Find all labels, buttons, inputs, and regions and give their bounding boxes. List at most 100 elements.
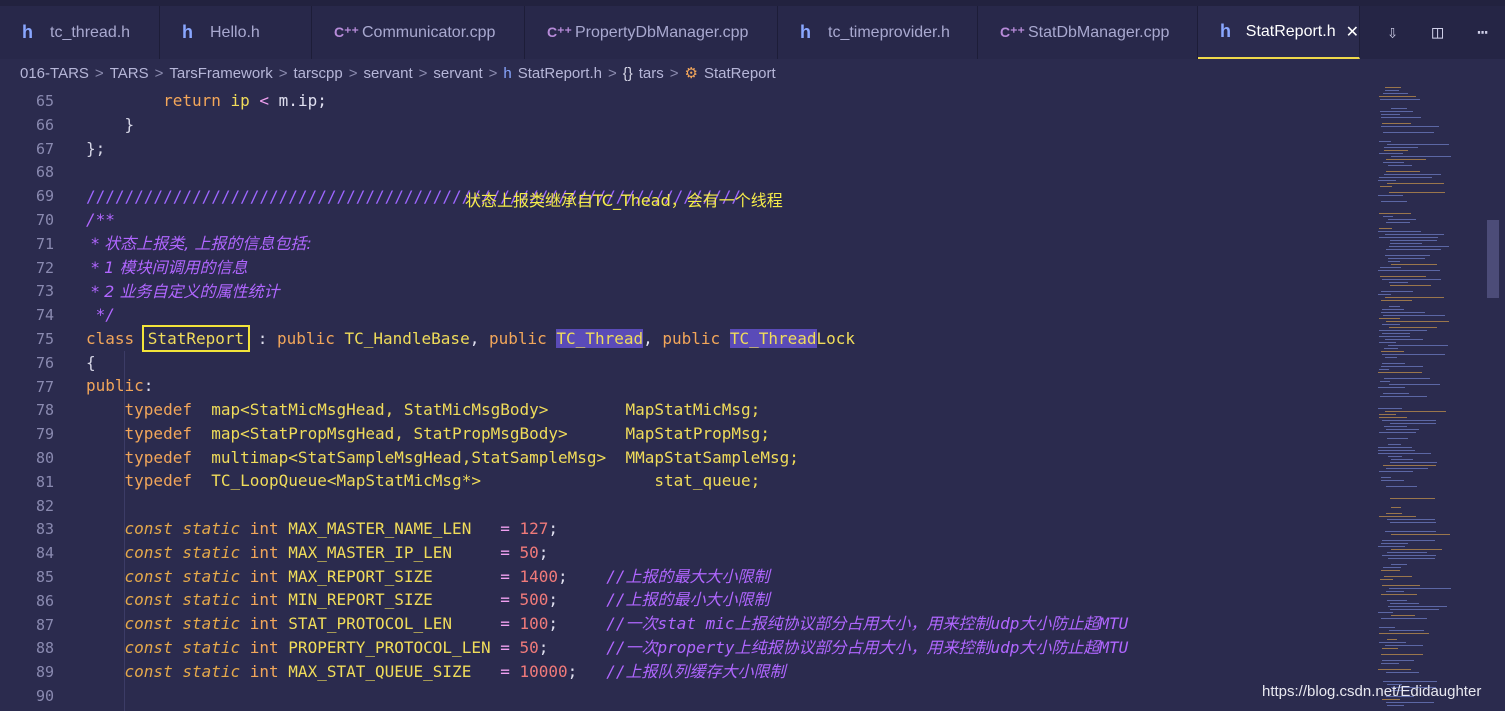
code-line-77[interactable]: public: [86,374,153,398]
breadcrumb-item[interactable]: TarsFramework [169,65,272,82]
tab-1[interactable]: h Hello.h [160,6,312,59]
minimap-line [1388,444,1401,445]
code-line-81[interactable]: typedef TC_LoopQueue<MapStatMicMsg*> sta… [86,469,761,493]
minimap-line [1381,201,1407,202]
breadcrumb-item[interactable]: StatReport.h [518,65,602,82]
code-token: int [249,542,289,562]
minimap-line [1383,681,1437,682]
minimap-line [1381,351,1404,352]
statreport-class-name[interactable]: StatReport [141,325,251,352]
header-file-icon: h [182,22,193,42]
code-line-65[interactable]: return ip < m.ip; [86,89,327,113]
minimap-line [1386,702,1434,703]
code-line-70[interactable]: /** [86,208,115,232]
minimap-line [1381,117,1421,118]
minimap-line [1381,312,1425,313]
code-line-84[interactable]: const static int MAX_MASTER_IP_LEN = 50; [86,541,549,565]
code-token: 1400 [519,566,559,586]
minimap-line [1382,420,1436,421]
minimap-line [1386,486,1417,487]
minimap-line [1383,132,1434,133]
minimap-line [1387,600,1407,601]
code-line-72[interactable]: * 1 模块间调用的信息 [86,256,247,280]
minimap-line [1390,522,1436,523]
code-line-83[interactable]: const static int MAX_MASTER_NAME_LEN = 1… [86,517,559,541]
code-line-86[interactable]: const static int MIN_REPORT_SIZE = 500; … [86,588,770,612]
vertical-scrollbar[interactable] [1487,87,1505,711]
tab-5[interactable]: C⁺⁺ StatDbManager.cpp [978,6,1198,59]
tc-thread-selection[interactable]: TC_Thread [556,329,644,348]
compare-icon[interactable]: ⇩ [1387,22,1398,43]
minimap-line [1382,555,1436,556]
close-icon[interactable]: ✕ [1346,22,1359,42]
breadcrumb-item[interactable]: tarscpp [293,65,342,82]
breadcrumb-item[interactable]: tars [639,65,664,82]
code-line-88[interactable]: const static int PROPERTY_PROTOCOL_LEN =… [86,636,1129,660]
minimap-line [1383,162,1404,163]
tab-4[interactable]: h tc_timeprovider.h [778,6,978,59]
minimap-line [1379,153,1403,154]
minimap-line [1381,480,1404,481]
minimap-line [1382,123,1411,124]
minimap-line [1378,546,1405,547]
minimap-line [1384,150,1408,151]
breadcrumb-item[interactable]: servant [363,65,412,82]
minimap-line [1384,348,1398,349]
minimap-line [1391,108,1407,109]
code-line-80[interactable]: typedef multimap<StatSampleMsgHead,StatS… [86,446,799,470]
minimap-line [1386,222,1410,223]
minimap-line [1379,213,1411,214]
code-editor[interactable]: 65 66 67 68 69 70 71 72 73 74 75 76 77 78 79 80 81 82 83 84… [0,87,1370,711]
minimap[interactable] [1370,87,1490,711]
line-number: 78 [35,401,54,420]
tab-6[interactable]: h StatReport.h ✕ [1198,6,1360,59]
line-number: 74 [35,306,54,325]
code-token: ; [538,638,607,657]
code-line-87[interactable]: const static int STAT_PROTOCOL_LEN = 100… [86,612,1129,636]
minimap-line [1378,372,1422,373]
minimap-line [1382,324,1400,325]
minimap-line [1382,648,1398,649]
minimap-line [1383,216,1393,217]
breadcrumb-separator-icon: > [278,64,288,82]
namespace-icon: {} [622,64,633,82]
more-actions-icon[interactable]: ⋯ [1477,22,1488,43]
tab-0[interactable]: h tc_thread.h [0,6,160,59]
code-token: = [500,638,520,657]
minimap-line [1386,591,1404,592]
split-editor-icon[interactable]: ◫ [1432,22,1443,43]
code-line-76[interactable]: { [86,351,96,375]
breadcrumb-item[interactable]: 016-TARS [20,65,89,82]
minimap-line [1379,471,1413,472]
code-line-74[interactable]: */ [86,303,115,327]
annotation-text: 状态上报类继承自TC_Thead，会有一个线程 [465,191,783,210]
code-line-73[interactable]: * 2 业务自定义的属性统计 [86,280,279,304]
tab-3[interactable]: C⁺⁺ PropertyDbManager.cpp [525,6,778,59]
line-number: 77 [35,377,54,396]
header-file-icon: h [800,22,811,42]
code-token: MAX_REPORT_SIZE [288,566,501,586]
breadcrumb-item[interactable]: StatReport [704,65,776,82]
tab-2[interactable]: C⁺⁺ Communicator.cpp [312,6,525,59]
scrollbar-thumb[interactable] [1487,220,1499,298]
code-line-75[interactable]: class StatReport : public TC_HandleBase,… [86,325,855,352]
code-line-71[interactable]: * 状态上报类, 上报的信息包括: [86,232,312,256]
code-line-78[interactable]: typedef map<StatMicMsgHead, StatMicMsgBo… [86,398,761,422]
line-number: 69 [35,187,54,206]
minimap-line [1383,465,1436,466]
minimap-line [1390,609,1439,610]
tab-actions: ⇩ ◫ ⋯ [1370,6,1505,59]
code-line-67[interactable]: }; [86,137,105,161]
minimap-line [1390,243,1422,244]
minimap-line [1385,339,1423,340]
minimap-line [1388,165,1412,166]
breadcrumb-item[interactable]: TARS [110,65,149,82]
code-token: const static [86,661,250,681]
code-line-66[interactable]: } [86,113,135,137]
minimap-line [1390,285,1431,286]
code-line-85[interactable]: const static int MAX_REPORT_SIZE = 1400;… [86,565,770,589]
code-line-89[interactable]: const static int MAX_STAT_QUEUE_SIZE = 1… [86,660,786,684]
breadcrumb-item[interactable]: servant [433,65,482,82]
code-line-79[interactable]: typedef map<StatPropMsgHead, StatPropMsg… [86,422,770,446]
minimap-line [1383,393,1409,394]
